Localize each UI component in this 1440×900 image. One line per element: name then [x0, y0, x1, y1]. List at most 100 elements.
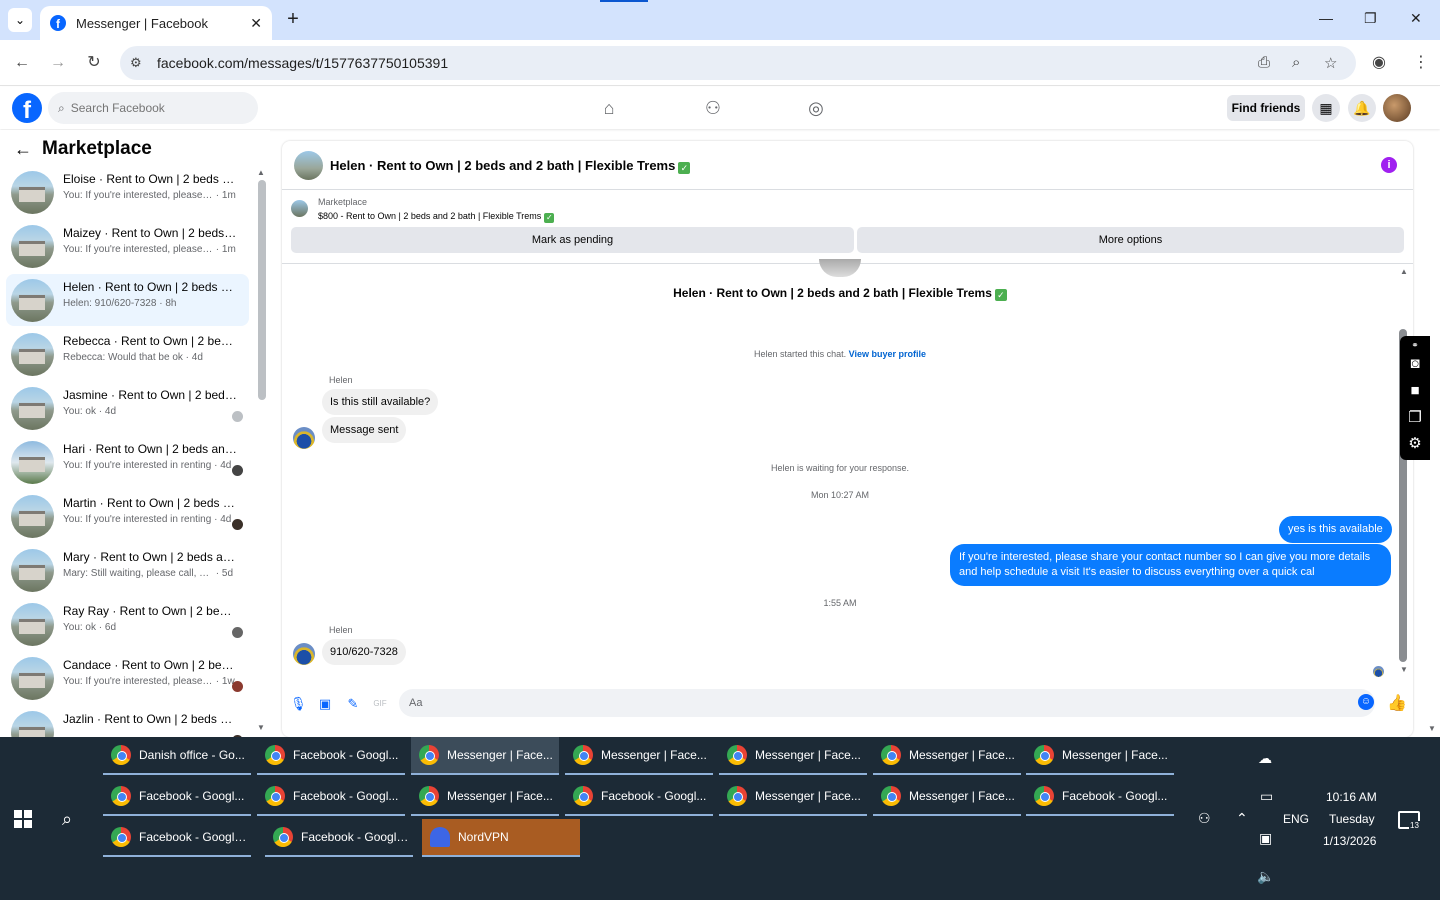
chat-avatar[interactable] — [294, 151, 323, 180]
close-tab-icon[interactable]: ✕ — [250, 15, 262, 32]
find-friends-button[interactable]: Find friends — [1227, 95, 1305, 121]
back-arrow-icon[interactable]: ← — [14, 139, 32, 160]
window-icon[interactable]: ❐ — [1406, 409, 1424, 427]
scroll-up-arrow[interactable]: ▲ — [1400, 267, 1408, 276]
conversation-item[interactable]: Hari · Rent to Own | 2 beds and 2 bath |… — [6, 436, 249, 488]
incoming-message[interactable]: 910/620-7328 — [322, 639, 406, 665]
device-icon[interactable]: ▭ — [1260, 788, 1273, 805]
reload-button[interactable]: ↻ — [83, 52, 105, 74]
taskbar-item[interactable]: Messenger | Face... — [411, 778, 559, 816]
language-indicator[interactable]: ENG — [1283, 812, 1309, 826]
taskbar-search-icon[interactable]: ⌕ — [62, 809, 72, 830]
clock-day[interactable]: Tuesday — [1329, 812, 1375, 826]
network-icon[interactable]: ▣ — [1259, 830, 1272, 847]
conversation-item[interactable]: Ray Ray · Rent to Own | 2 beds and 2 bat… — [6, 598, 249, 650]
taskbar-item[interactable]: Messenger | Face... — [719, 778, 867, 816]
conversation-item[interactable]: Maizey · Rent to Own | 2 beds and 2 bath… — [6, 220, 249, 272]
sender-avatar[interactable] — [293, 427, 315, 449]
site-info-icon[interactable]: ⚙ — [130, 55, 142, 71]
taskbar-item[interactable]: Messenger | Face... — [719, 737, 867, 775]
volume-icon[interactable]: 🔈 — [1257, 868, 1274, 885]
new-tab-button[interactable]: + — [282, 8, 304, 30]
chevron-up-icon[interactable]: ⌃ — [1236, 810, 1248, 827]
taskbar-item[interactable]: Messenger | Face... — [873, 778, 1021, 816]
forward-button[interactable]: → — [47, 52, 69, 74]
settings-gear-icon[interactable]: ⚙ — [1406, 435, 1424, 453]
taskbar-item[interactable]: Facebook - Google ... — [103, 819, 251, 857]
info-icon[interactable]: i — [1381, 157, 1397, 173]
view-buyer-profile-link[interactable]: View buyer profile — [849, 349, 926, 359]
listing-title[interactable]: $800 - Rent to Own | 2 beds and 2 bath |… — [318, 211, 555, 223]
conversation-item[interactable]: Rebecca · Rent to Own | 2 beds and 2 bat… — [6, 328, 249, 380]
more-options-button[interactable]: More options — [857, 227, 1404, 253]
camera-icon[interactable]: ◙ — [1406, 355, 1424, 373]
windows-start-icon[interactable] — [14, 810, 32, 828]
profile-icon[interactable]: ◉ — [1372, 52, 1386, 72]
conversation-item[interactable]: Jasmine · Rent to Own | 2 beds and 2 bat… — [6, 382, 249, 434]
conversation-item[interactable]: Candace · Rent to Own | 2 beds and 2 bat… — [6, 652, 249, 704]
facebook-logo-icon[interactable]: f — [12, 93, 42, 123]
search-input[interactable] — [70, 101, 241, 115]
conversation-item[interactable]: Martin · Rent to Own | 2 beds and 2 bath… — [6, 490, 249, 542]
taskbar-item[interactable]: Messenger | Face... — [1026, 737, 1174, 775]
conversation-item[interactable]: Eloise · Rent to Own | 2 beds and 2 bath… — [6, 166, 249, 218]
thumbs-up-icon[interactable]: 👍 — [1387, 693, 1407, 713]
incoming-message[interactable]: Message sent — [322, 417, 407, 443]
clock-time[interactable]: 10:16 AM — [1326, 790, 1377, 804]
clock-date[interactable]: 1/13/2026 — [1323, 834, 1376, 848]
outgoing-message[interactable]: If you're interested, please share your … — [950, 544, 1391, 586]
install-app-icon[interactable]: ⎙ — [1258, 54, 1270, 71]
home-icon[interactable]: ⌂ — [599, 98, 619, 118]
emoji-icon[interactable]: ☺ — [1358, 694, 1374, 710]
maximize-button[interactable]: ❐ — [1364, 10, 1377, 27]
gif-icon[interactable]: GIF — [372, 696, 388, 712]
conversation-item[interactable]: Mary · Rent to Own | 2 beds and 2 bath |… — [6, 544, 249, 596]
browser-tab[interactable]: f Messenger | Facebook ✕ — [40, 6, 272, 40]
sticker-icon[interactable]: ✎ — [345, 696, 361, 712]
close-window-button[interactable]: ✕ — [1410, 10, 1422, 27]
taskbar-item-active[interactable]: Messenger | Face... — [411, 737, 559, 775]
video-camera-icon[interactable]: ■ — [1406, 382, 1424, 400]
photo-icon[interactable]: ▣ — [317, 696, 333, 712]
friends-icon[interactable]: ⚇ — [703, 98, 723, 118]
taskbar-item[interactable]: Danish office - Go... — [103, 737, 251, 775]
taskbar-item[interactable]: Facebook - Googl... — [257, 737, 405, 775]
facebook-search[interactable]: ⌕ — [48, 92, 258, 124]
page-scroll-down-arrow[interactable]: ▼ — [1428, 724, 1436, 733]
scroll-down-arrow[interactable]: ▼ — [1400, 665, 1408, 674]
taskbar-item[interactable]: Facebook - Google ... — [265, 819, 413, 857]
sidebar-scrollbar[interactable] — [258, 180, 266, 400]
bookmark-star-icon[interactable]: ☆ — [1324, 54, 1337, 72]
taskbar-item[interactable]: Messenger | Face... — [565, 737, 713, 775]
incoming-message[interactable]: Is this still available? — [322, 389, 439, 415]
tab-search-button[interactable]: ⌄ — [8, 8, 32, 32]
scroll-up-arrow[interactable]: ▲ — [257, 168, 265, 177]
scroll-down-arrow[interactable]: ▼ — [257, 723, 265, 732]
cloud-sync-icon[interactable]: ☁ — [1258, 750, 1272, 767]
address-bar[interactable]: ⚙ facebook.com/messages/t/15776377501053… — [120, 46, 1356, 80]
menu-kebab-icon[interactable]: ⋮ — [1413, 52, 1429, 72]
taskbar-item[interactable]: Facebook - Googl... — [1026, 778, 1174, 816]
conversation-item-active[interactable]: Helen · Rent to Own | 2 beds and 2 bath … — [6, 274, 249, 326]
back-button[interactable]: ← — [11, 52, 33, 74]
sender-avatar[interactable] — [293, 643, 315, 665]
chat-title[interactable]: Helen · Rent to Own | 2 beds and 2 bath … — [330, 158, 691, 174]
notifications-bell-icon[interactable]: 🔔 — [1348, 94, 1376, 122]
people-icon[interactable]: ⚇ — [1198, 810, 1211, 827]
taskbar-item[interactable]: Facebook - Googl... — [103, 778, 251, 816]
zoom-icon[interactable]: ⌕ — [1292, 54, 1300, 71]
taskbar-item[interactable]: Messenger | Face... — [873, 737, 1021, 775]
groups-icon[interactable]: ◎ — [806, 98, 826, 118]
taskbar-item-nordvpn[interactable]: NordVPN — [422, 819, 580, 857]
outgoing-message[interactable]: yes is this available — [1279, 516, 1392, 543]
taskbar-item[interactable]: Facebook - Googl... — [565, 778, 713, 816]
mark-as-pending-button[interactable]: Mark as pending — [291, 227, 854, 253]
link-icon[interactable]: ⚭ — [1406, 336, 1424, 354]
message-input[interactable]: Aa — [399, 689, 1375, 717]
taskbar-item[interactable]: Facebook - Googl... — [257, 778, 405, 816]
menu-grid-icon[interactable]: ▦ — [1312, 94, 1340, 122]
minimize-button[interactable]: — — [1319, 10, 1333, 26]
conversation-item[interactable]: Jazlin · Rent to Own | 2 beds and 2 bath… — [6, 706, 249, 737]
account-avatar[interactable] — [1383, 94, 1411, 122]
url-text[interactable]: facebook.com/messages/t/1577637750105391 — [157, 55, 448, 71]
